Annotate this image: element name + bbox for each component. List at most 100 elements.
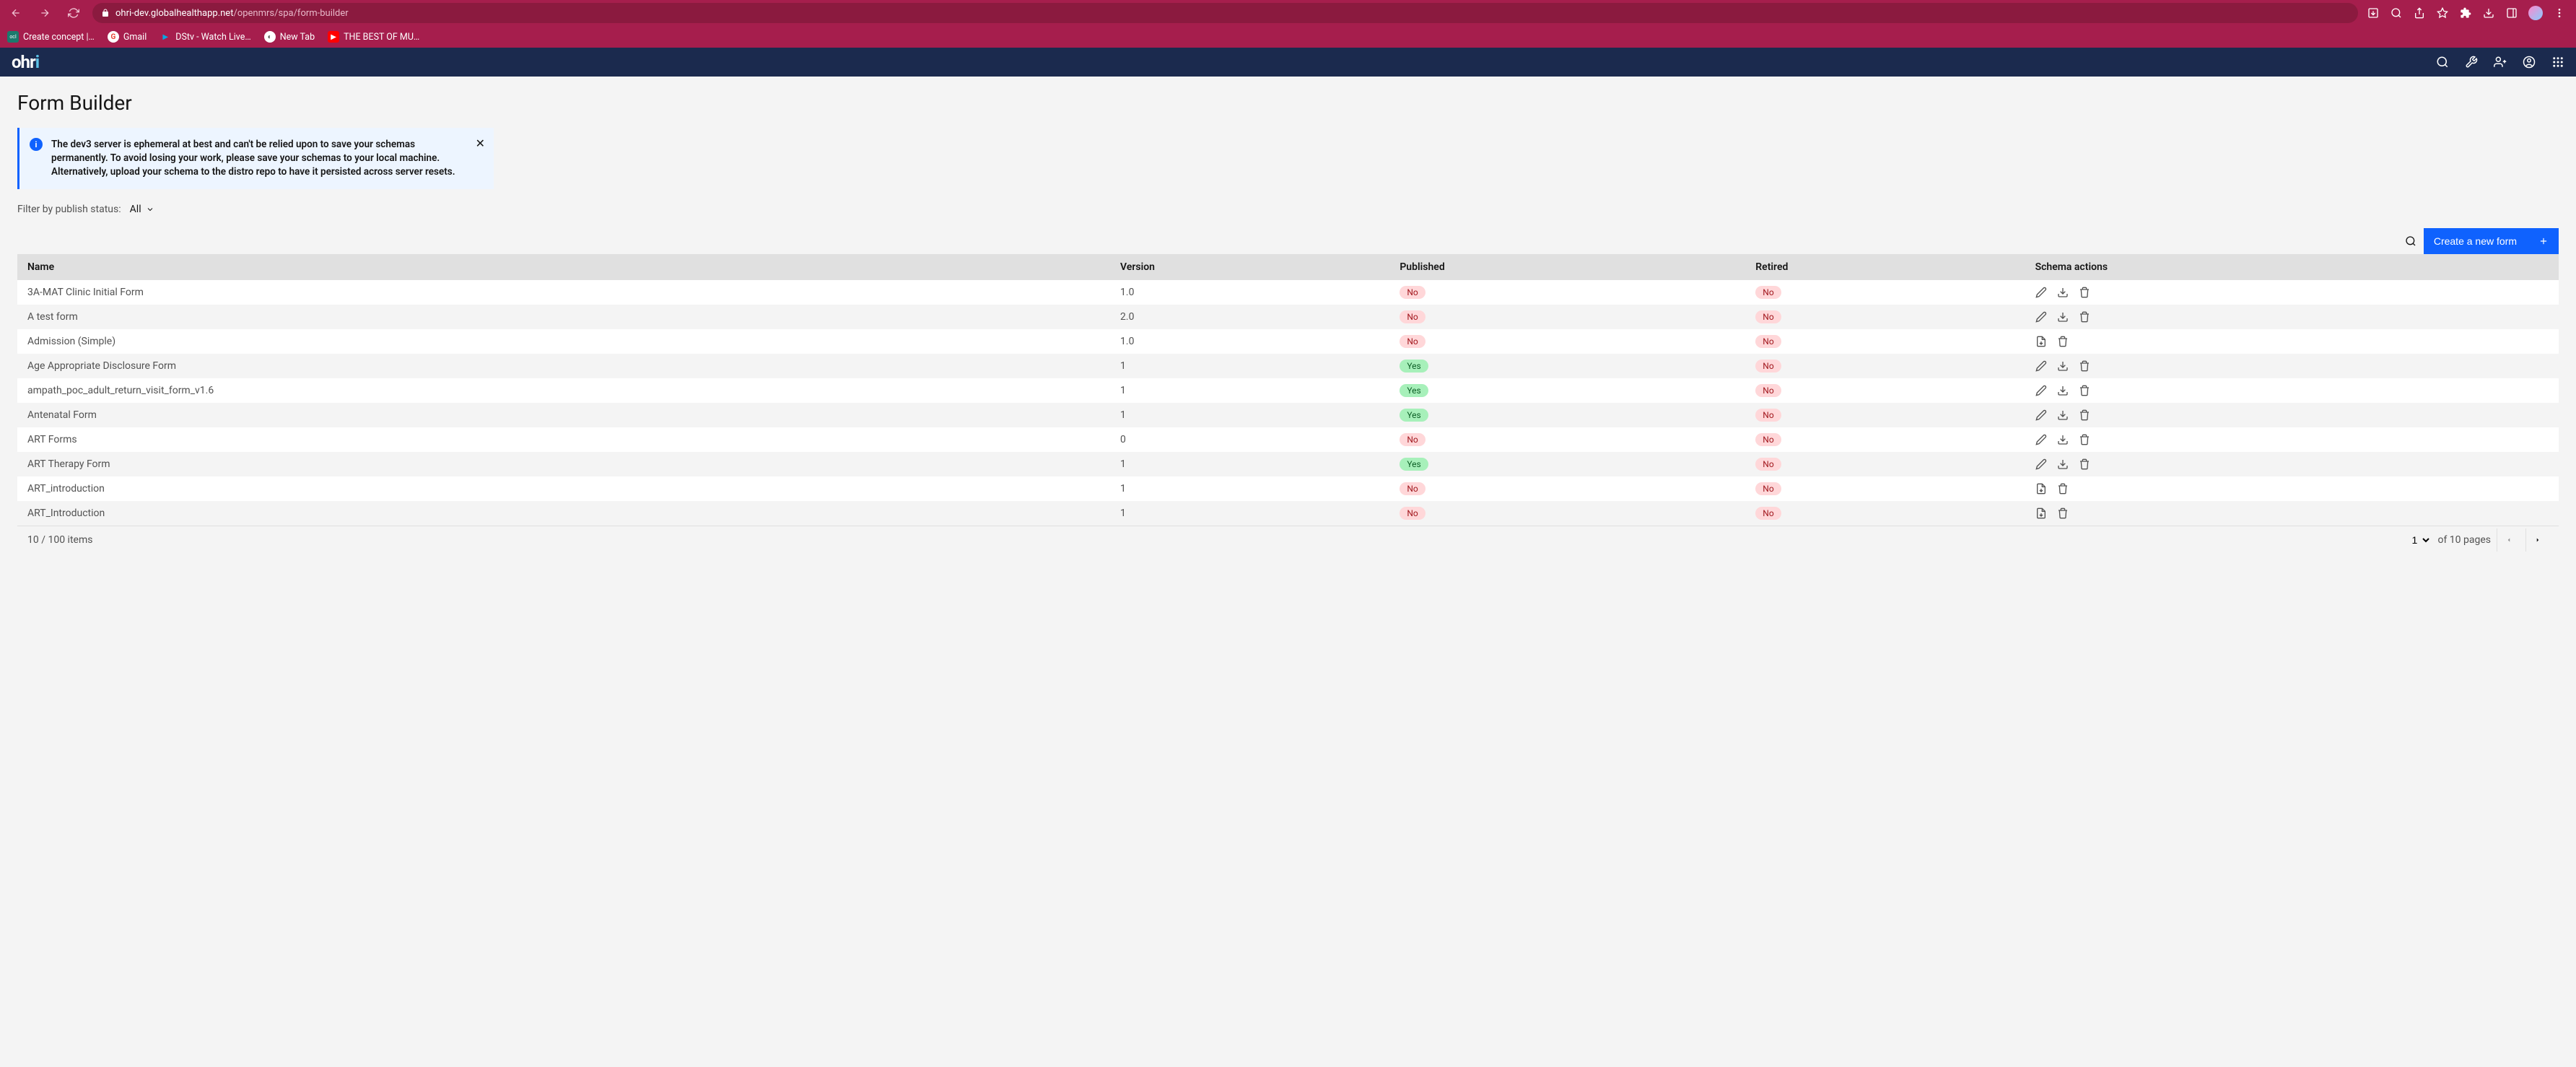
delete-button[interactable] bbox=[2057, 508, 2069, 519]
col-header-retired[interactable]: Retired bbox=[1745, 254, 2025, 280]
edit-button[interactable] bbox=[2035, 434, 2047, 445]
delete-button[interactable] bbox=[2079, 311, 2090, 323]
delete-button[interactable] bbox=[2079, 385, 2090, 396]
tools-icon[interactable] bbox=[2465, 56, 2478, 69]
plus-icon bbox=[2538, 236, 2549, 246]
extensions-icon[interactable] bbox=[2459, 6, 2472, 19]
pagination-items-label: 10 / 100 items bbox=[27, 534, 92, 546]
download-button[interactable] bbox=[2057, 458, 2069, 470]
profile-avatar-icon[interactable] bbox=[2528, 6, 2543, 20]
delete-button[interactable] bbox=[2079, 458, 2090, 470]
row-actions bbox=[2035, 483, 2549, 495]
delete-button[interactable] bbox=[2057, 336, 2069, 347]
download-button[interactable] bbox=[2057, 287, 2069, 298]
page-select[interactable]: 1 bbox=[2406, 531, 2432, 549]
delete-button[interactable] bbox=[2079, 287, 2090, 298]
download-button[interactable] bbox=[2057, 434, 2069, 445]
download-button[interactable] bbox=[2057, 311, 2069, 323]
header-actions bbox=[2436, 56, 2564, 69]
delete-button[interactable] bbox=[2079, 360, 2090, 372]
apps-grid-icon[interactable] bbox=[2551, 56, 2564, 69]
cell-name[interactable]: ART Forms bbox=[17, 427, 1110, 452]
bookmark-item[interactable]: ▶ DStv - Watch Live… bbox=[160, 31, 250, 43]
prev-page-button[interactable] bbox=[2497, 528, 2520, 552]
table-search-button[interactable] bbox=[2398, 228, 2424, 254]
bookmark-item[interactable]: ◐ New Tab bbox=[264, 31, 315, 43]
cell-retired: No bbox=[1745, 378, 2025, 403]
app-logo[interactable]: ohri bbox=[12, 52, 39, 72]
next-page-button[interactable] bbox=[2525, 528, 2549, 552]
table-row: Antenatal Form1YesNo bbox=[17, 403, 2559, 427]
close-notification-button[interactable]: ✕ bbox=[476, 136, 485, 150]
retired-tag: No bbox=[1755, 360, 1781, 373]
col-header-version[interactable]: Version bbox=[1110, 254, 1389, 280]
cell-name[interactable]: Age Appropriate Disclosure Form bbox=[17, 354, 1110, 378]
create-new-form-button[interactable]: Create a new form bbox=[2424, 228, 2559, 254]
delete-button[interactable] bbox=[2079, 434, 2090, 445]
bookmark-star-icon[interactable] bbox=[2436, 6, 2449, 19]
edit-button[interactable] bbox=[2035, 409, 2047, 421]
cell-name[interactable]: ART_introduction bbox=[17, 476, 1110, 501]
cell-retired: No bbox=[1745, 354, 2025, 378]
side-panel-icon[interactable] bbox=[2505, 6, 2518, 19]
back-button[interactable] bbox=[6, 3, 26, 23]
edit-button[interactable] bbox=[2035, 360, 2047, 372]
url-bar[interactable]: ohri-dev.globalhealthapp.net/openmrs/spa… bbox=[92, 3, 2358, 23]
bookmark-item[interactable]: ocl Create concept |… bbox=[7, 31, 95, 43]
filter-publish-dropdown[interactable]: All bbox=[130, 204, 154, 215]
cell-name[interactable]: Admission (Simple) bbox=[17, 329, 1110, 354]
edit-button[interactable] bbox=[2035, 287, 2047, 298]
cell-name[interactable]: Antenatal Form bbox=[17, 403, 1110, 427]
import-button[interactable] bbox=[2035, 336, 2047, 347]
forward-button[interactable] bbox=[35, 3, 55, 23]
edit-button[interactable] bbox=[2035, 458, 2047, 470]
reload-button[interactable] bbox=[64, 3, 84, 23]
download-button[interactable] bbox=[2057, 385, 2069, 396]
row-actions bbox=[2035, 336, 2549, 347]
notification-message: The dev3 server is ephemeral at best and… bbox=[51, 138, 465, 179]
cell-published: Yes bbox=[1389, 378, 1745, 403]
import-button[interactable] bbox=[2035, 483, 2047, 495]
cell-version: 1 bbox=[1110, 476, 1389, 501]
chevron-down-icon bbox=[146, 205, 154, 214]
user-account-icon[interactable] bbox=[2523, 56, 2536, 69]
col-header-published[interactable]: Published bbox=[1389, 254, 1745, 280]
downloads-icon[interactable] bbox=[2482, 6, 2495, 19]
cell-name[interactable]: A test form bbox=[17, 305, 1110, 329]
cell-version: 1 bbox=[1110, 501, 1389, 526]
cell-name[interactable]: 3A-MAT Clinic Initial Form bbox=[17, 280, 1110, 305]
download-button[interactable] bbox=[2057, 409, 2069, 421]
cell-name[interactable]: ART_Introduction bbox=[17, 501, 1110, 526]
delete-button[interactable] bbox=[2079, 409, 2090, 421]
zoom-icon[interactable] bbox=[2390, 6, 2403, 19]
table-row: ART_introduction1NoNo bbox=[17, 476, 2559, 501]
menu-icon[interactable] bbox=[2553, 6, 2566, 19]
delete-button[interactable] bbox=[2057, 483, 2069, 495]
download-button[interactable] bbox=[2057, 360, 2069, 372]
table-row: A test form2.0NoNo bbox=[17, 305, 2559, 329]
edit-icon bbox=[2035, 287, 2047, 298]
col-header-name[interactable]: Name bbox=[17, 254, 1110, 280]
retired-tag: No bbox=[1755, 433, 1781, 446]
delete-icon bbox=[2057, 483, 2069, 495]
cell-name[interactable]: ART Therapy Form bbox=[17, 452, 1110, 476]
table-row: 3A-MAT Clinic Initial Form1.0NoNo bbox=[17, 280, 2559, 305]
cell-version: 0 bbox=[1110, 427, 1389, 452]
col-header-actions[interactable]: Schema actions bbox=[2025, 254, 2559, 280]
cell-actions bbox=[2025, 280, 2559, 305]
table-row: Age Appropriate Disclosure Form1YesNo bbox=[17, 354, 2559, 378]
import-button[interactable] bbox=[2035, 508, 2047, 519]
install-icon[interactable] bbox=[2367, 6, 2380, 19]
bookmark-label: Create concept |… bbox=[23, 32, 95, 43]
cell-actions bbox=[2025, 305, 2559, 329]
add-user-icon[interactable] bbox=[2494, 56, 2507, 69]
share-icon[interactable] bbox=[2413, 6, 2426, 19]
row-actions bbox=[2035, 458, 2549, 470]
bookmark-item[interactable]: G Gmail bbox=[108, 31, 147, 43]
search-icon[interactable] bbox=[2436, 56, 2449, 69]
import-icon bbox=[2035, 336, 2047, 347]
bookmark-item[interactable]: ▶ THE BEST OF MU… bbox=[328, 31, 419, 43]
edit-button[interactable] bbox=[2035, 311, 2047, 323]
cell-name[interactable]: ampath_poc_adult_return_visit_form_v1.6 bbox=[17, 378, 1110, 403]
edit-button[interactable] bbox=[2035, 385, 2047, 396]
